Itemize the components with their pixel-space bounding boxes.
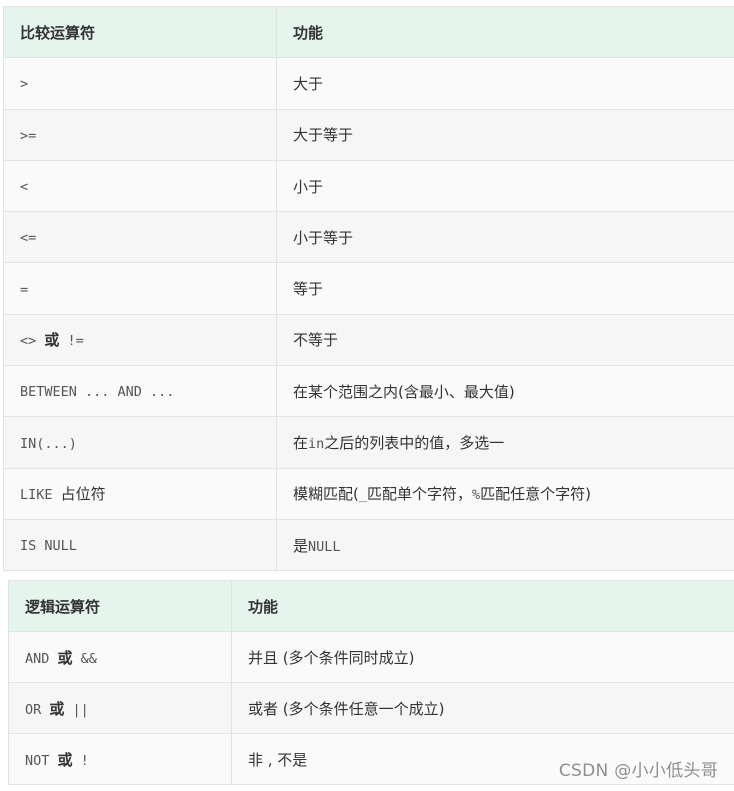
function-cell: 是NULL xyxy=(276,518,734,572)
watermark: CSDN @小小低头哥 xyxy=(558,761,718,781)
table-row: IN(...) 在in之后的列表中的值，多选一 xyxy=(3,416,734,469)
function-cell: 大于等于 xyxy=(276,108,734,161)
operator-cell: BETWEEN ... AND ... xyxy=(3,365,277,418)
operator-cell: >= xyxy=(3,108,277,161)
table-row: > 大于 xyxy=(3,57,734,110)
header-function: 功能 xyxy=(231,580,734,632)
operator-cell: NOT 或 ! xyxy=(8,733,232,785)
logical-operators-table: 逻辑运算符 功能 AND 或 && 并且 (多个条件同时成立) OR 或 || … xyxy=(8,580,734,785)
table-row: = 等于 xyxy=(3,262,734,315)
operator-cell: < xyxy=(3,159,277,213)
operator-cell: AND 或 && xyxy=(8,631,232,683)
function-cell: 并且 (多个条件同时成立) xyxy=(231,631,734,683)
table-row: <> 或 != 不等于 xyxy=(3,313,734,367)
comparison-operators-table: 比较运算符 功能 > 大于 >= 大于等于 < 小于 <= 小于等于 = 等于 … xyxy=(3,5,734,572)
header-function: 功能 xyxy=(276,5,734,59)
operator-cell: = xyxy=(3,262,277,315)
header-operator: 逻辑运算符 xyxy=(8,580,232,632)
table-row: <= 小于等于 xyxy=(3,211,734,264)
table-row: LIKE 占位符 模糊匹配(_匹配单个字符，%匹配任意个字符) xyxy=(3,467,734,520)
operator-cell: OR 或 || xyxy=(8,682,232,734)
function-cell: 小于 xyxy=(276,159,734,213)
function-cell: 小于等于 xyxy=(276,211,734,264)
operator-cell: IS NULL xyxy=(3,518,277,572)
table-row: AND 或 && 并且 (多个条件同时成立) xyxy=(8,631,734,683)
function-cell: 模糊匹配(_匹配单个字符，%匹配任意个字符) xyxy=(276,467,734,520)
operator-cell: <> 或 != xyxy=(3,313,277,367)
operator-cell: IN(...) xyxy=(3,416,277,469)
operator-cell: > xyxy=(3,57,277,110)
table-row: >= 大于等于 xyxy=(3,108,734,161)
table-header-row: 逻辑运算符 功能 xyxy=(8,580,734,632)
table-row: BETWEEN ... AND ... 在某个范围之内(含最小、最大值) xyxy=(3,365,734,418)
function-cell: 大于 xyxy=(276,57,734,110)
function-cell: 在in之后的列表中的值，多选一 xyxy=(276,416,734,469)
function-cell: 在某个范围之内(含最小、最大值) xyxy=(276,365,734,418)
table-row: OR 或 || 或者 (多个条件任意一个成立) xyxy=(8,682,734,734)
table-row: IS NULL 是NULL xyxy=(3,518,734,572)
function-cell: 或者 (多个条件任意一个成立) xyxy=(231,682,734,734)
header-operator: 比较运算符 xyxy=(3,5,277,59)
table-row: < 小于 xyxy=(3,159,734,213)
operator-cell: <= xyxy=(3,211,277,264)
operator-cell: LIKE 占位符 xyxy=(3,467,277,520)
function-cell: 等于 xyxy=(276,262,734,315)
function-cell: 不等于 xyxy=(276,313,734,367)
table-header-row: 比较运算符 功能 xyxy=(3,5,734,59)
